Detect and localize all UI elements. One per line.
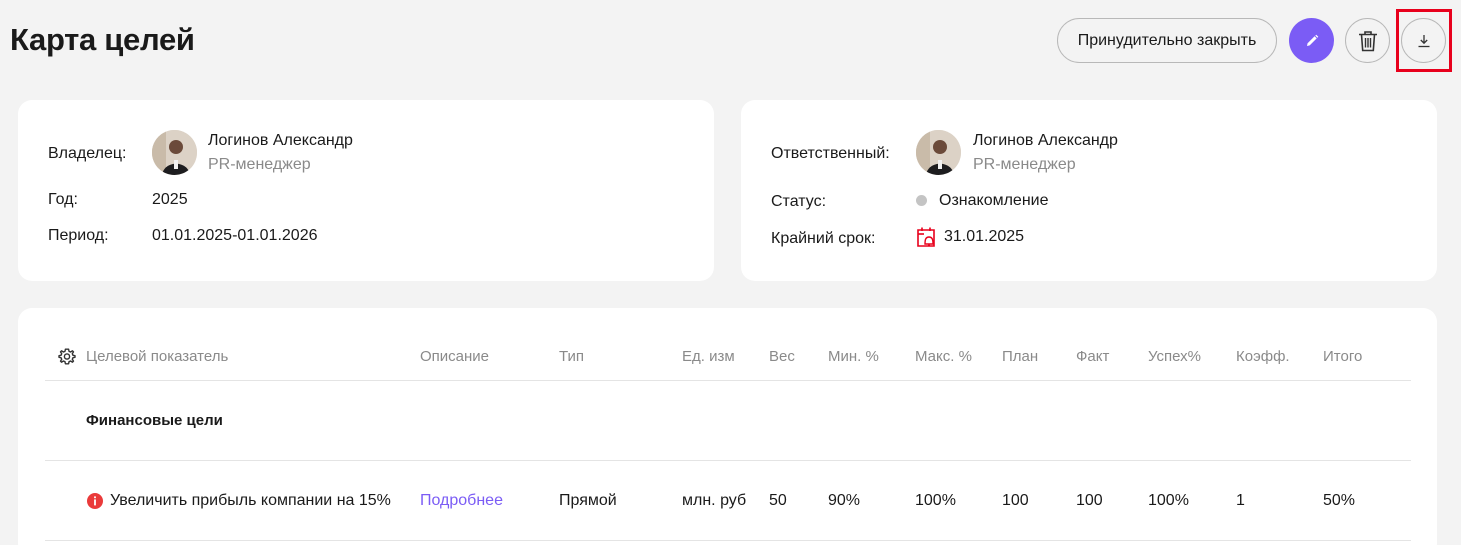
status-dot-icon bbox=[916, 195, 927, 206]
page-title: Карта целей bbox=[10, 22, 195, 57]
col-total: Итого bbox=[1323, 348, 1363, 365]
year-label: Год: bbox=[48, 191, 78, 208]
row-fact: 100 bbox=[1076, 492, 1103, 509]
row-max: 100% bbox=[915, 492, 956, 509]
col-fact: Факт bbox=[1076, 348, 1110, 365]
col-weight: Вес bbox=[769, 348, 795, 365]
responsible-label: Ответственный: bbox=[771, 145, 890, 162]
col-unit: Ед. изм bbox=[682, 348, 735, 365]
delete-button[interactable] bbox=[1345, 18, 1390, 63]
deadline-label: Крайний срок: bbox=[771, 230, 876, 247]
row-description-link[interactable]: Подробнее bbox=[420, 492, 503, 510]
row-min: 90% bbox=[828, 492, 861, 509]
owner-avatar bbox=[152, 130, 197, 175]
responsible-card: Ответственный: Логинов Александр PR-мене… bbox=[741, 100, 1437, 281]
row-success: 100% bbox=[1148, 492, 1189, 509]
col-max: Макс. % bbox=[915, 348, 972, 365]
col-type: Тип bbox=[559, 348, 585, 365]
owner-name: Логинов Александр bbox=[208, 132, 353, 149]
responsible-avatar bbox=[916, 130, 961, 175]
period-value: 01.01.2025-01.01.2026 bbox=[152, 227, 318, 244]
status-label: Статус: bbox=[771, 193, 827, 210]
col-success: Успех% bbox=[1148, 348, 1201, 365]
row-coeff: 1 bbox=[1236, 492, 1245, 509]
status-value: Ознакомление bbox=[939, 192, 1049, 209]
responsible-role: PR-менеджер bbox=[973, 156, 1076, 173]
responsible-name: Логинов Александр bbox=[973, 132, 1118, 149]
row-type: Прямой bbox=[559, 492, 617, 509]
download-button[interactable] bbox=[1401, 18, 1446, 63]
row-weight: 50 bbox=[769, 492, 787, 509]
period-label: Период: bbox=[48, 227, 109, 244]
col-min: Мин. % bbox=[828, 348, 879, 365]
row-plan: 100 bbox=[1002, 492, 1029, 509]
year-value: 2025 bbox=[152, 191, 188, 208]
owner-role: PR-менеджер bbox=[208, 156, 311, 173]
force-close-button[interactable]: Принудительно закрыть bbox=[1057, 18, 1277, 63]
owner-label: Владелец: bbox=[48, 145, 127, 162]
deadline-value: 31.01.2025 bbox=[944, 228, 1025, 245]
group-divider bbox=[45, 460, 1411, 461]
group-title: Финансовые цели bbox=[86, 412, 223, 429]
calendar-alarm-icon bbox=[917, 227, 935, 247]
download-icon bbox=[1418, 34, 1429, 47]
row-unit: млн. руб bbox=[682, 492, 747, 509]
header-divider bbox=[45, 380, 1411, 381]
gear-icon[interactable] bbox=[58, 348, 76, 366]
info-alert-icon bbox=[87, 493, 103, 509]
row-indicator: Увеличить прибыль компании на 15% bbox=[110, 492, 391, 509]
col-description: Описание bbox=[420, 348, 490, 365]
owner-card: Владелец: Логинов Александр PR-менеджер … bbox=[18, 100, 714, 281]
edit-button[interactable] bbox=[1289, 18, 1334, 63]
col-coeff: Коэфф. bbox=[1236, 348, 1290, 365]
trash-icon bbox=[1358, 30, 1377, 51]
pencil-icon bbox=[1306, 34, 1318, 46]
goals-table: Целевой показатель Описание Тип Ед. изм … bbox=[18, 308, 1437, 545]
col-indicator: Целевой показатель bbox=[86, 348, 229, 365]
row-divider bbox=[45, 540, 1411, 541]
row-total: 50% bbox=[1323, 492, 1356, 509]
col-plan: План bbox=[1002, 348, 1039, 365]
